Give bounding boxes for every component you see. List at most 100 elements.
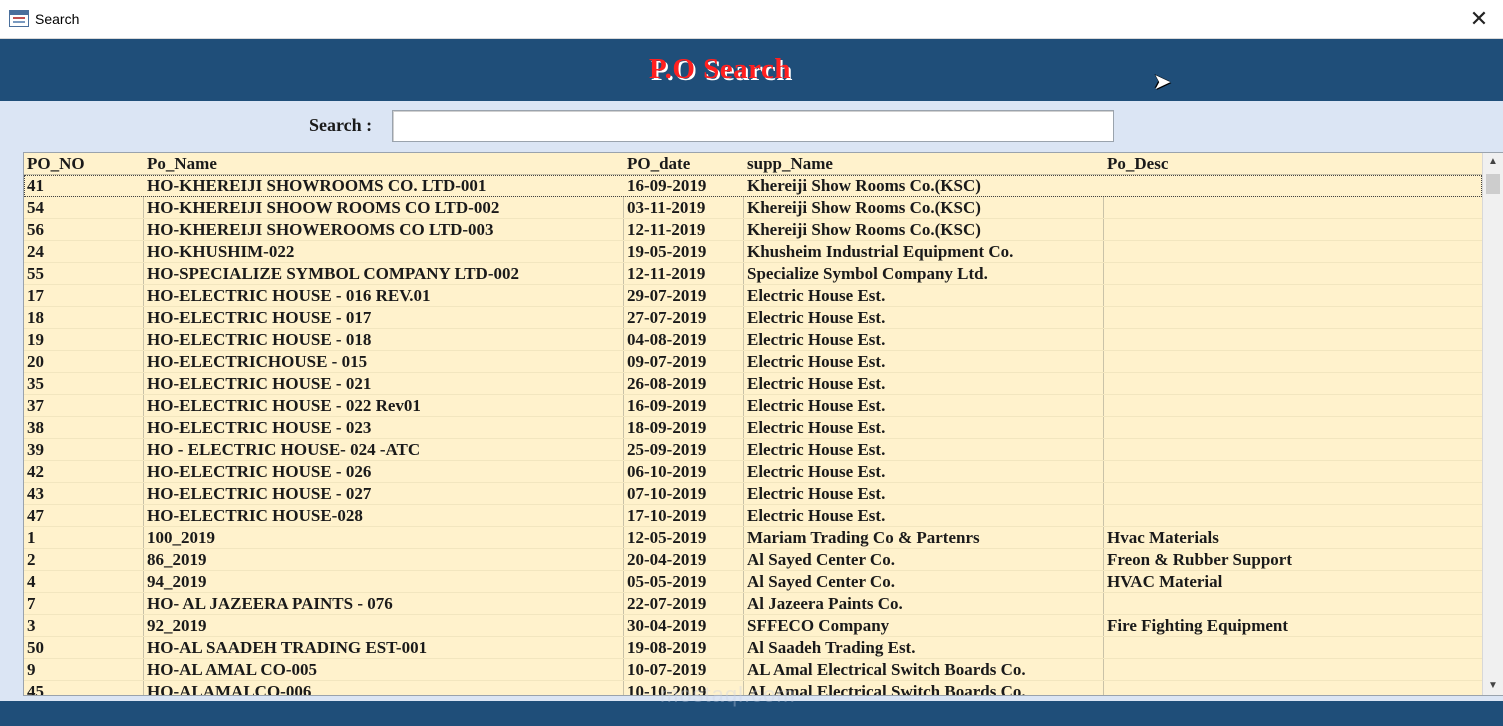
cell-po-name[interactable]: HO-KHEREIJI SHOWROOMS CO. LTD-001 xyxy=(147,175,621,197)
cell-po-no[interactable]: 9 xyxy=(27,659,141,681)
cell-po-date[interactable]: 19-08-2019 xyxy=(627,637,741,659)
cell-po-date[interactable]: 12-11-2019 xyxy=(627,263,741,285)
cell-po-date[interactable]: 06-10-2019 xyxy=(627,461,741,483)
cell-po-no[interactable]: 35 xyxy=(27,373,141,395)
cell-supp-name[interactable]: Al Sayed Center Co. xyxy=(747,549,1101,571)
table-row[interactable]: 17 HO-ELECTRIC HOUSE - 016 REV.01 29-07-20… xyxy=(24,285,1482,307)
cell-po-desc[interactable] xyxy=(1107,285,1477,307)
cell-po-date[interactable]: 20-04-2019 xyxy=(627,549,741,571)
table-row[interactable]: 7 HO- AL JAZEERA PAINTS - 076 22-07-2019 Al… xyxy=(24,593,1482,615)
cell-po-no[interactable]: 39 xyxy=(27,439,141,461)
vertical-scrollbar[interactable]: ▲ ▼ xyxy=(1482,153,1503,695)
cell-po-no[interactable]: 43 xyxy=(27,483,141,505)
cell-po-date[interactable]: 05-05-2019 xyxy=(627,571,741,593)
column-header-po-no[interactable]: PO_NO xyxy=(27,154,141,174)
cell-po-name[interactable]: HO-ELECTRIC HOUSE - 022 Rev01 xyxy=(147,395,621,417)
cell-supp-name[interactable]: Al Saadeh Trading Est. xyxy=(747,637,1101,659)
cell-po-name[interactable]: HO-ELECTRIC HOUSE - 027 xyxy=(147,483,621,505)
table-row[interactable]: 9 HO-AL AMAL CO-005 10-07-2019 AL Amal Elec… xyxy=(24,659,1482,681)
cell-po-name[interactable]: 100_2019 xyxy=(147,527,621,549)
cell-po-desc[interactable] xyxy=(1107,637,1477,659)
cell-po-no[interactable]: 1 xyxy=(27,527,141,549)
cell-supp-name[interactable]: Khusheim Industrial Equipment Co. xyxy=(747,241,1101,263)
cell-po-name[interactable]: HO-AL SAADEH TRADING EST-001 xyxy=(147,637,621,659)
cell-po-desc[interactable]: Freon & Rubber Support xyxy=(1107,549,1477,571)
cell-po-no[interactable]: 45 xyxy=(27,681,141,695)
cell-supp-name[interactable]: Khereiji Show Rooms Co.(KSC) xyxy=(747,175,1101,197)
cell-po-date[interactable]: 07-10-2019 xyxy=(627,483,741,505)
cell-po-date[interactable]: 16-09-2019 xyxy=(627,395,741,417)
cell-po-name[interactable]: HO-ELECTRIC HOUSE - 026 xyxy=(147,461,621,483)
cell-supp-name[interactable]: Al Sayed Center Co. xyxy=(747,571,1101,593)
cell-po-date[interactable]: 04-08-2019 xyxy=(627,329,741,351)
cell-po-date[interactable]: 29-07-2019 xyxy=(627,285,741,307)
table-row[interactable]: 38 HO-ELECTRIC HOUSE - 023 18-09-2019 Elect… xyxy=(24,417,1482,439)
cell-po-date[interactable]: 30-04-2019 xyxy=(627,615,741,637)
cell-po-name[interactable]: HO-ELECTRIC HOUSE - 023 xyxy=(147,417,621,439)
cell-po-no[interactable]: 17 xyxy=(27,285,141,307)
cell-supp-name[interactable]: AL Amal Electrical Switch Boards Co. xyxy=(747,659,1101,681)
scroll-up-icon[interactable]: ▲ xyxy=(1483,153,1503,171)
cell-po-desc[interactable] xyxy=(1107,505,1477,527)
table-row[interactable]: 39 HO - ELECTRIC HOUSE- 024 -ATC 25-09-201… xyxy=(24,439,1482,461)
cell-supp-name[interactable]: Electric House Est. xyxy=(747,329,1101,351)
table-row[interactable]: 50 HO-AL SAADEH TRADING EST-001 19-08-2019… xyxy=(24,637,1482,659)
cell-po-desc[interactable]: Hvac Materials xyxy=(1107,527,1477,549)
cell-supp-name[interactable]: Electric House Est. xyxy=(747,439,1101,461)
table-row[interactable]: 19 HO-ELECTRIC HOUSE - 018 04-08-2019 Elect… xyxy=(24,329,1482,351)
cell-po-no[interactable]: 3 xyxy=(27,615,141,637)
cell-po-name[interactable]: HO-KHUSHIM-022 xyxy=(147,241,621,263)
cell-po-no[interactable]: 24 xyxy=(27,241,141,263)
cell-po-desc[interactable] xyxy=(1107,461,1477,483)
table-row[interactable]: 1 100_2019 12-05-2019 Mariam Trading Co & P… xyxy=(24,527,1482,549)
cell-po-no[interactable]: 38 xyxy=(27,417,141,439)
cell-po-desc[interactable] xyxy=(1107,373,1477,395)
cell-po-no[interactable]: 47 xyxy=(27,505,141,527)
table-row[interactable]: 4 94_2019 05-05-2019 Al Sayed Center Co. HVA… xyxy=(24,571,1482,593)
cell-po-no[interactable]: 54 xyxy=(27,197,141,219)
cell-po-date[interactable]: 22-07-2019 xyxy=(627,593,741,615)
cell-po-desc[interactable] xyxy=(1107,241,1477,263)
cell-po-date[interactable]: 17-10-2019 xyxy=(627,505,741,527)
cell-supp-name[interactable]: Electric House Est. xyxy=(747,351,1101,373)
table-row[interactable]: 3 92_2019 30-04-2019 SFFECO Company Fire Fig… xyxy=(24,615,1482,637)
cell-supp-name[interactable]: Electric House Est. xyxy=(747,461,1101,483)
cell-po-no[interactable]: 20 xyxy=(27,351,141,373)
cell-po-no[interactable]: 50 xyxy=(27,637,141,659)
column-header-supp-name[interactable]: supp_Name xyxy=(747,154,1101,174)
cell-po-name[interactable]: HO-ALAMALCO-006 xyxy=(147,681,621,695)
cell-po-name[interactable]: HO-AL AMAL CO-005 xyxy=(147,659,621,681)
cell-po-no[interactable]: 41 xyxy=(27,175,141,197)
cell-po-name[interactable]: HO-ELECTRIC HOUSE - 016 REV.01 xyxy=(147,285,621,307)
cell-po-desc[interactable] xyxy=(1107,659,1477,681)
cell-supp-name[interactable]: SFFECO Company xyxy=(747,615,1101,637)
cell-po-desc[interactable] xyxy=(1107,307,1477,329)
cell-po-name[interactable]: HO-ELECTRIC HOUSE-028 xyxy=(147,505,621,527)
cell-po-date[interactable]: 26-08-2019 xyxy=(627,373,741,395)
cell-po-desc[interactable] xyxy=(1107,483,1477,505)
cell-po-desc[interactable] xyxy=(1107,417,1477,439)
scroll-thumb[interactable] xyxy=(1486,174,1500,194)
cell-po-desc[interactable] xyxy=(1107,175,1477,197)
cell-po-date[interactable]: 18-09-2019 xyxy=(627,417,741,439)
cell-po-name[interactable]: 94_2019 xyxy=(147,571,621,593)
cell-supp-name[interactable]: Electric House Est. xyxy=(747,285,1101,307)
table-row[interactable]: 41 HO-KHEREIJI SHOWROOMS CO. LTD-001 16-09… xyxy=(24,175,1482,197)
cell-po-no[interactable]: 2 xyxy=(27,549,141,571)
cell-supp-name[interactable]: Mariam Trading Co & Partenrs xyxy=(747,527,1101,549)
cell-po-date[interactable]: 12-11-2019 xyxy=(627,219,741,241)
table-row[interactable]: 2 86_2019 20-04-2019 Al Sayed Center Co. Fre… xyxy=(24,549,1482,571)
cell-po-name[interactable]: HO-SPECIALIZE SYMBOL COMPANY LTD-002 xyxy=(147,263,621,285)
cell-supp-name[interactable]: Electric House Est. xyxy=(747,373,1101,395)
search-input[interactable] xyxy=(392,110,1114,142)
cell-po-name[interactable]: HO-KHEREIJI SHOOW ROOMS CO LTD-002 xyxy=(147,197,621,219)
cell-po-desc[interactable] xyxy=(1107,681,1477,695)
cell-po-name[interactable]: HO- AL JAZEERA PAINTS - 076 xyxy=(147,593,621,615)
table-row[interactable]: 35 HO-ELECTRIC HOUSE - 021 26-08-2019 Elect… xyxy=(24,373,1482,395)
scroll-down-icon[interactable]: ▼ xyxy=(1483,677,1503,695)
cell-po-desc[interactable] xyxy=(1107,263,1477,285)
column-header-po-date[interactable]: PO_date xyxy=(627,154,741,174)
cell-po-no[interactable]: 18 xyxy=(27,307,141,329)
table-row[interactable]: 37 HO-ELECTRIC HOUSE - 022 Rev01 16-09-201… xyxy=(24,395,1482,417)
cell-po-no[interactable]: 19 xyxy=(27,329,141,351)
